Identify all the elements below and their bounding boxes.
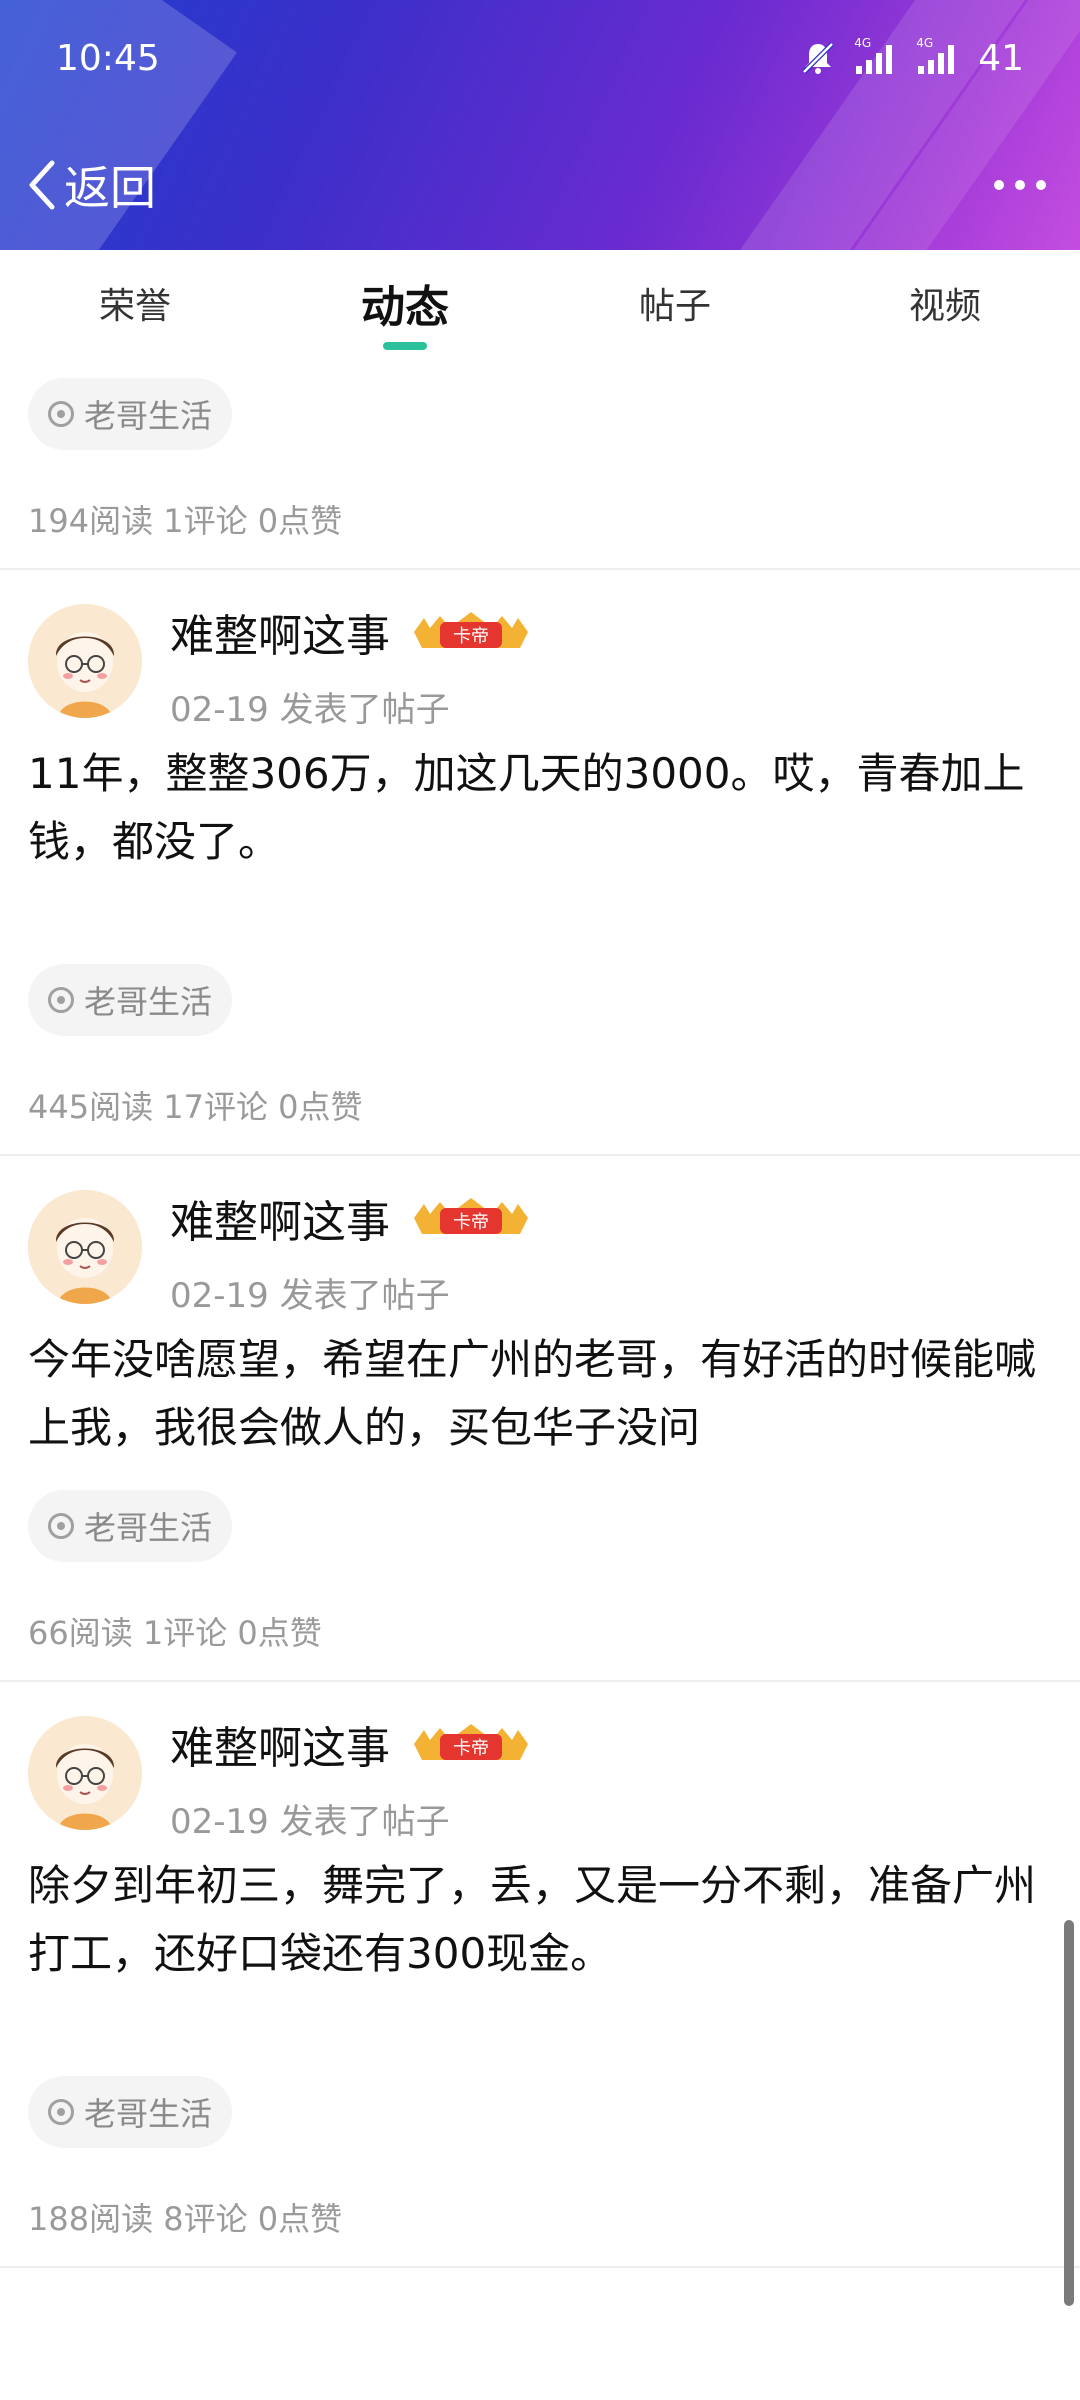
username[interactable]: 难整啊这事 [170, 600, 390, 664]
post-stats: 66阅读 1评论 0点赞 [28, 1614, 322, 1652]
topic-tag[interactable]: 老哥生活 [28, 2076, 233, 2148]
post-meta: 02-19 发表了帖子 [170, 690, 450, 730]
status-icons: 4G 4G 41 [800, 36, 1024, 80]
avatar[interactable] [28, 1716, 142, 1830]
divider [0, 1680, 1080, 1682]
avatar[interactable] [28, 1190, 142, 1304]
tab-label: 帖子 [638, 286, 711, 327]
level-badge: 卡帝 [414, 1724, 528, 1760]
status-time: 10:45 [56, 38, 160, 79]
divider [0, 2266, 1080, 2268]
post-meta: 02-19 发表了帖子 [170, 1802, 450, 1842]
divider [0, 568, 1080, 570]
more-dots-icon [994, 180, 1046, 190]
tab-videos[interactable]: 视频 [810, 250, 1080, 356]
post-content[interactable]: 今年没啥愿望，希望在广州的老哥，有好活的时候能喊上我，我很会做人的，买包华子没问 [28, 1326, 1048, 1462]
tab-activity[interactable]: 动态 [270, 250, 540, 356]
username[interactable]: 难整啊这事 [170, 1186, 390, 1250]
topic-tag[interactable]: 老哥生活 [28, 1490, 233, 1562]
topic-icon [48, 401, 74, 427]
post-stats: 445阅读 17评论 0点赞 [28, 1088, 363, 1126]
app-header: 10:45 4G 4G 41 返回 [0, 0, 1080, 250]
tab-honor[interactable]: 荣誉 [0, 250, 270, 356]
tab-label: 视频 [908, 286, 981, 327]
scrollbar[interactable] [1064, 1920, 1074, 2306]
topic-icon [48, 2099, 74, 2125]
more-button[interactable] [990, 158, 1050, 212]
post-stats: 188阅读 8评论 0点赞 [28, 2200, 343, 2238]
badge-label: 卡帝 [453, 1212, 489, 1233]
tab-label: 荣誉 [98, 286, 171, 327]
topic-label: 老哥生活 [84, 2095, 213, 2133]
profile-tabs: 荣誉 动态 帖子 视频 [0, 250, 1080, 356]
signal-icon: 4G [854, 36, 898, 76]
chevron-left-icon [29, 160, 55, 210]
post-meta: 02-19 发表了帖子 [170, 1276, 450, 1316]
battery-level: 41 [978, 37, 1024, 79]
tab-posts[interactable]: 帖子 [540, 250, 810, 356]
back-label: 返回 [64, 161, 156, 215]
signal-icon: 4G [916, 36, 960, 76]
back-button[interactable]: 返回 [26, 150, 156, 220]
topic-tag[interactable]: 老哥生活 [28, 378, 233, 450]
mute-icon [802, 42, 834, 74]
level-badge: 卡帝 [414, 1198, 528, 1234]
topic-icon [48, 1513, 74, 1539]
topic-tag[interactable]: 老哥生活 [28, 964, 233, 1036]
username[interactable]: 难整啊这事 [170, 1712, 390, 1776]
avatar[interactable] [28, 604, 142, 718]
topic-label: 老哥生活 [84, 397, 213, 435]
topic-icon [48, 987, 74, 1013]
post-content[interactable]: 除夕到年初三，舞完了，丢，又是一分不剩，准备广州打工，还好口袋还有300现金。 [28, 1852, 1048, 1988]
topic-label: 老哥生活 [84, 1509, 213, 1547]
level-badge: 卡帝 [414, 612, 528, 648]
divider [0, 1154, 1080, 1156]
post-stats: 194阅读 1评论 0点赞 [28, 502, 343, 540]
badge-label: 卡帝 [453, 626, 489, 647]
topic-label: 老哥生活 [84, 983, 213, 1021]
badge-label: 卡帝 [453, 1738, 489, 1759]
post-content[interactable]: 11年，整整306万，加这几天的3000。哎，青春加上钱，都没了。 [28, 740, 1048, 876]
tab-label: 动态 [361, 282, 449, 333]
